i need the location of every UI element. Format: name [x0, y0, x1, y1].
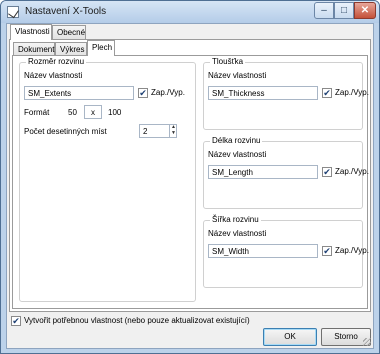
thickness-enable-checkbox[interactable]: ✔ — [322, 88, 332, 98]
length-enable-label: Zap./Vyp. — [335, 167, 369, 176]
format-height: 100 — [108, 108, 122, 117]
group-tloustka: Tloušťka Název vlastnosti ✔ Zap./Vyp. — [203, 57, 369, 130]
tab-vlastnosti[interactable]: Vlastnosti — [10, 24, 52, 40]
group-title: Tloušťka — [210, 57, 246, 66]
tab-panel-plech: Rozměr rozvinu Název vlastnosti ✔ Zap./V… — [12, 55, 369, 309]
format-separator-input[interactable] — [84, 105, 102, 119]
window-title: Nastavení X-Tools — [25, 6, 107, 17]
close-button[interactable]: ✕ — [354, 2, 376, 19]
group-title: Délka rozvinu — [210, 136, 263, 145]
create-property-checkbox[interactable]: ✔ — [11, 316, 21, 326]
close-icon: ✕ — [360, 5, 370, 16]
thickness-enable-label: Zap./Vyp. — [335, 88, 369, 97]
group-title: Šířka rozvinu — [210, 215, 261, 224]
width-enable-label: Zap./Vyp. — [335, 246, 369, 255]
maximize-icon: □ — [340, 5, 348, 16]
length-name-input[interactable] — [208, 165, 318, 179]
ok-button[interactable]: OK — [263, 328, 317, 346]
tab-obecne[interactable]: Obecné — [52, 25, 86, 39]
group-title: Rozměr rozvinu — [26, 57, 87, 66]
property-name-label: Název vlastnosti — [24, 71, 83, 80]
tab-panel-vlastnosti: Dokument Výkres Plech Rozměr rozvinu Náz… — [9, 39, 371, 312]
tab-dokument[interactable]: Dokument — [13, 42, 55, 56]
resize-grip[interactable] — [363, 338, 371, 346]
title-bar[interactable]: Nastavení X-Tools – □ ✕ — [1, 1, 379, 23]
property-name-label: Název vlastnosti — [208, 71, 267, 80]
enable-checkbox[interactable]: ✔ — [138, 88, 148, 98]
property-name-label: Název vlastnosti — [208, 229, 267, 238]
group-delka-rozvinu: Délka rozvinu Název vlastnosti ✔ Zap./Vy… — [203, 136, 369, 209]
format-label: Formát — [24, 108, 50, 117]
format-width: 50 — [68, 108, 77, 117]
decimals-spinner[interactable]: ▲ ▼ — [169, 124, 177, 138]
app-icon — [7, 6, 19, 18]
minimize-button[interactable]: – — [314, 2, 334, 19]
tab-plech[interactable]: Plech — [87, 40, 115, 56]
decimals-label: Počet desetinných míst — [24, 127, 107, 136]
thickness-name-input[interactable] — [208, 86, 318, 100]
property-name-label: Název vlastnosti — [208, 150, 267, 159]
tab-vykres[interactable]: Výkres — [55, 42, 87, 56]
group-sirka-rozvinu: Šířka rozvinu Název vlastnosti ✔ Zap./Vy… — [203, 215, 369, 288]
length-enable-checkbox[interactable]: ✔ — [322, 167, 332, 177]
property-name-input[interactable] — [24, 86, 134, 100]
spin-down-icon[interactable]: ▼ — [170, 130, 177, 136]
width-enable-checkbox[interactable]: ✔ — [322, 246, 332, 256]
dialog-client: Vlastnosti Obecné Dokument Výkres Plech … — [6, 23, 374, 349]
create-property-label: Vytvořit potřebnou vlastnost (nebo pouze… — [24, 316, 250, 325]
width-name-input[interactable] — [208, 244, 318, 258]
minimize-icon: – — [321, 5, 327, 16]
maximize-button[interactable]: □ — [334, 2, 354, 19]
enable-checkbox-label: Zap./Vyp. — [151, 88, 185, 97]
dialog-window: Nastavení X-Tools – □ ✕ Vlastnosti Obecn… — [0, 0, 380, 354]
group-rozmer-rozvinu: Rozměr rozvinu Název vlastnosti ✔ Zap./V… — [19, 57, 196, 302]
